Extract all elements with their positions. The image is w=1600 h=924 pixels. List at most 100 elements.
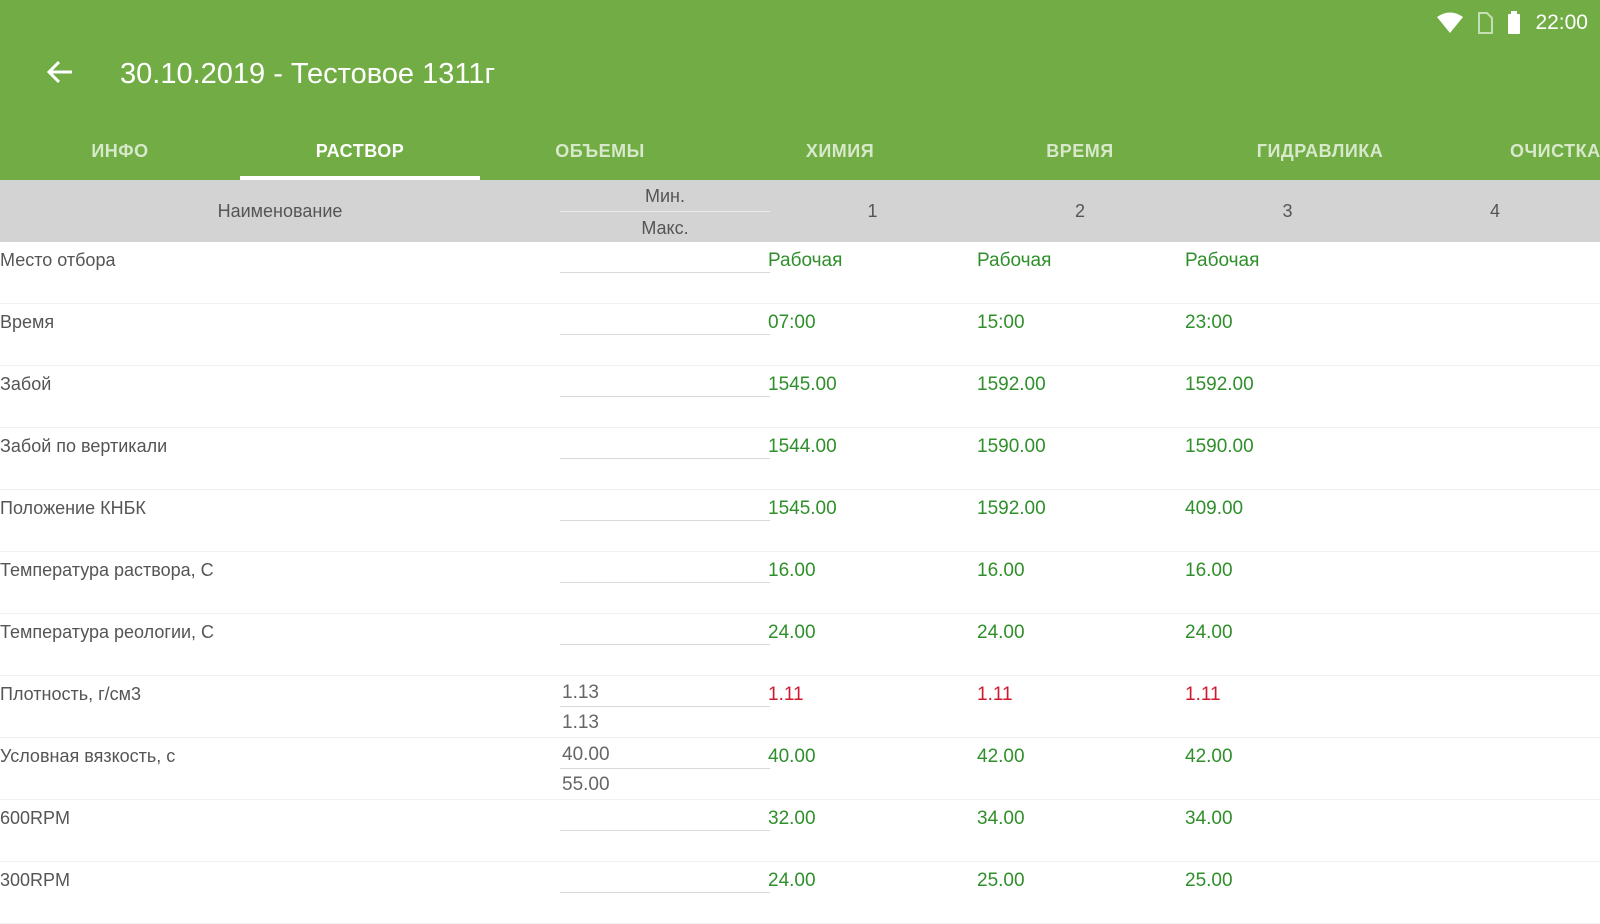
row-minmax-divider	[560, 334, 770, 335]
row-name: Положение КНБК	[0, 498, 146, 518]
row-max-value: 1.13	[562, 712, 599, 733]
row-name: Время	[0, 312, 55, 332]
row-value-col-2[interactable]: 25.00	[977, 870, 1025, 892]
row-name: 300RPM	[0, 870, 71, 890]
row-minmax: 1.13 1.13	[560, 676, 770, 737]
row-minmax-divider	[560, 396, 770, 397]
table-row[interactable]: Место отбора Рабочая Рабочая Рабочая	[0, 242, 1600, 304]
header-col-3: 3	[1282, 200, 1293, 221]
row-minmax-divider	[560, 582, 770, 583]
tab-volumes[interactable]: ОБЪЕМЫ	[480, 122, 720, 180]
table-row[interactable]: Условная вязкость, с 40.00 55.00 40.00 42.00…	[0, 738, 1600, 800]
row-value-col-2[interactable]: 1592.00	[977, 374, 1046, 396]
header-col-4: 4	[1489, 200, 1500, 221]
row-value-col-3[interactable]: 1.11	[1185, 684, 1221, 706]
row-value-col-1[interactable]: 40.00	[768, 746, 816, 768]
row-minmax-divider	[560, 272, 770, 273]
row-value-col-3[interactable]: 1590.00	[1185, 436, 1254, 458]
header-col-1: 1	[867, 200, 878, 221]
row-value-col-1[interactable]: 1544.00	[768, 436, 837, 458]
row-value-col-3[interactable]: 16.00	[1185, 560, 1233, 582]
arrow-left-icon	[46, 58, 74, 91]
row-value-col-3[interactable]: 23:00	[1185, 312, 1233, 334]
row-minmax	[560, 862, 770, 923]
solution-table: Место отбора Рабочая Рабочая Рабочая Время 07…	[0, 242, 1600, 924]
row-minmax-divider	[560, 644, 770, 645]
row-value-col-2[interactable]: 15:00	[977, 312, 1025, 334]
tab-hydraulics[interactable]: ГИДРАВЛИКА	[1200, 122, 1440, 180]
row-value-col-3[interactable]: 24.00	[1185, 622, 1233, 644]
table-row[interactable]: Время 07:00 15:00 23:00	[0, 304, 1600, 366]
row-value-col-1[interactable]: 1.11	[768, 684, 804, 706]
tab-cleaning[interactable]: ОЧИСТКА	[1440, 122, 1600, 180]
row-value-col-2[interactable]: 1592.00	[977, 498, 1046, 520]
table-row[interactable]: Температура реологии, С 24.00 24.00 24.00	[0, 614, 1600, 676]
row-value-col-1[interactable]: 1545.00	[768, 374, 837, 396]
battery-icon	[1507, 11, 1521, 35]
tab-chemistry[interactable]: ХИМИЯ	[720, 122, 960, 180]
row-minmax: 40.00 55.00	[560, 738, 770, 799]
row-minmax	[560, 304, 770, 365]
header-min: Мин.	[645, 186, 685, 206]
header-name: Наименование	[217, 200, 343, 221]
row-value-col-2[interactable]: 24.00	[977, 622, 1025, 644]
row-minmax	[560, 242, 770, 303]
row-value-col-2[interactable]: 34.00	[977, 808, 1025, 830]
row-name: Плотность, г/см3	[0, 684, 142, 704]
no-sim-icon	[1477, 12, 1494, 34]
row-name: 600RPM	[0, 808, 71, 828]
row-value-col-1[interactable]: Рабочая	[768, 250, 842, 272]
row-minmax	[560, 366, 770, 427]
row-minmax-divider	[560, 892, 770, 893]
header-max: Макс.	[641, 218, 689, 238]
row-minmax-divider	[560, 458, 770, 459]
table-row[interactable]: 300RPM 24.00 25.00 25.00	[0, 862, 1600, 924]
back-button[interactable]	[40, 54, 80, 94]
row-value-col-1[interactable]: 24.00	[768, 870, 816, 892]
row-value-col-2[interactable]: 42.00	[977, 746, 1025, 768]
tab-time[interactable]: ВРЕМЯ	[960, 122, 1200, 180]
row-name: Температура раствора, С	[0, 560, 214, 580]
row-minmax-divider	[560, 520, 770, 521]
row-minmax	[560, 552, 770, 613]
row-name: Забой по вертикали	[0, 436, 168, 456]
wifi-icon	[1437, 12, 1464, 34]
row-value-col-1[interactable]: 24.00	[768, 622, 816, 644]
row-value-col-3[interactable]: 409.00	[1185, 498, 1243, 520]
row-minmax	[560, 490, 770, 551]
table-row[interactable]: Температура раствора, С 16.00 16.00 16.00	[0, 552, 1600, 614]
header-minmax: Мин. Макс.	[560, 180, 770, 242]
tab-bar: ИНФО РАСТВОР ОБЪЕМЫ ХИМИЯ ВРЕМЯ ГИДРАВЛИ…	[0, 122, 1600, 180]
row-minmax	[560, 614, 770, 675]
row-value-col-3[interactable]: 34.00	[1185, 808, 1233, 830]
app-bar: 22:00 30.10.2019 - Тестовое 1311г ИНФО Р…	[0, 0, 1600, 180]
row-value-col-3[interactable]: Рабочая	[1185, 250, 1259, 272]
table-row[interactable]: 600RPM 32.00 34.00 34.00	[0, 800, 1600, 862]
row-name: Условная вязкость, с	[0, 746, 176, 766]
row-value-col-2[interactable]: 1.11	[977, 684, 1013, 706]
header-minmax-divider	[560, 211, 770, 212]
row-name: Забой	[0, 374, 52, 394]
row-value-col-1[interactable]: 1545.00	[768, 498, 837, 520]
row-value-col-2[interactable]: Рабочая	[977, 250, 1051, 272]
row-value-col-2[interactable]: 1590.00	[977, 436, 1046, 458]
tab-solution[interactable]: РАСТВОР	[240, 122, 480, 180]
row-minmax-divider	[560, 768, 770, 769]
row-value-col-1[interactable]: 32.00	[768, 808, 816, 830]
row-value-col-3[interactable]: 42.00	[1185, 746, 1233, 768]
page-title: 30.10.2019 - Тестовое 1311г	[120, 58, 496, 90]
tab-info[interactable]: ИНФО	[0, 122, 240, 180]
row-minmax-divider	[560, 706, 770, 707]
row-value-col-3[interactable]: 1592.00	[1185, 374, 1254, 396]
row-name: Температура реологии, С	[0, 622, 215, 642]
row-value-col-3[interactable]: 25.00	[1185, 870, 1233, 892]
row-value-col-2[interactable]: 16.00	[977, 560, 1025, 582]
row-minmax	[560, 800, 770, 861]
row-value-col-1[interactable]: 16.00	[768, 560, 816, 582]
row-value-col-1[interactable]: 07:00	[768, 312, 816, 334]
table-row[interactable]: Положение КНБК 1545.00 1592.00 409.00	[0, 490, 1600, 552]
table-row[interactable]: Плотность, г/см3 1.13 1.13 1.11 1.11 1.11	[0, 676, 1600, 738]
table-row[interactable]: Забой 1545.00 1592.00 1592.00	[0, 366, 1600, 428]
row-min-value: 1.13	[562, 682, 599, 703]
table-row[interactable]: Забой по вертикали 1544.00 1590.00 1590.00	[0, 428, 1600, 490]
